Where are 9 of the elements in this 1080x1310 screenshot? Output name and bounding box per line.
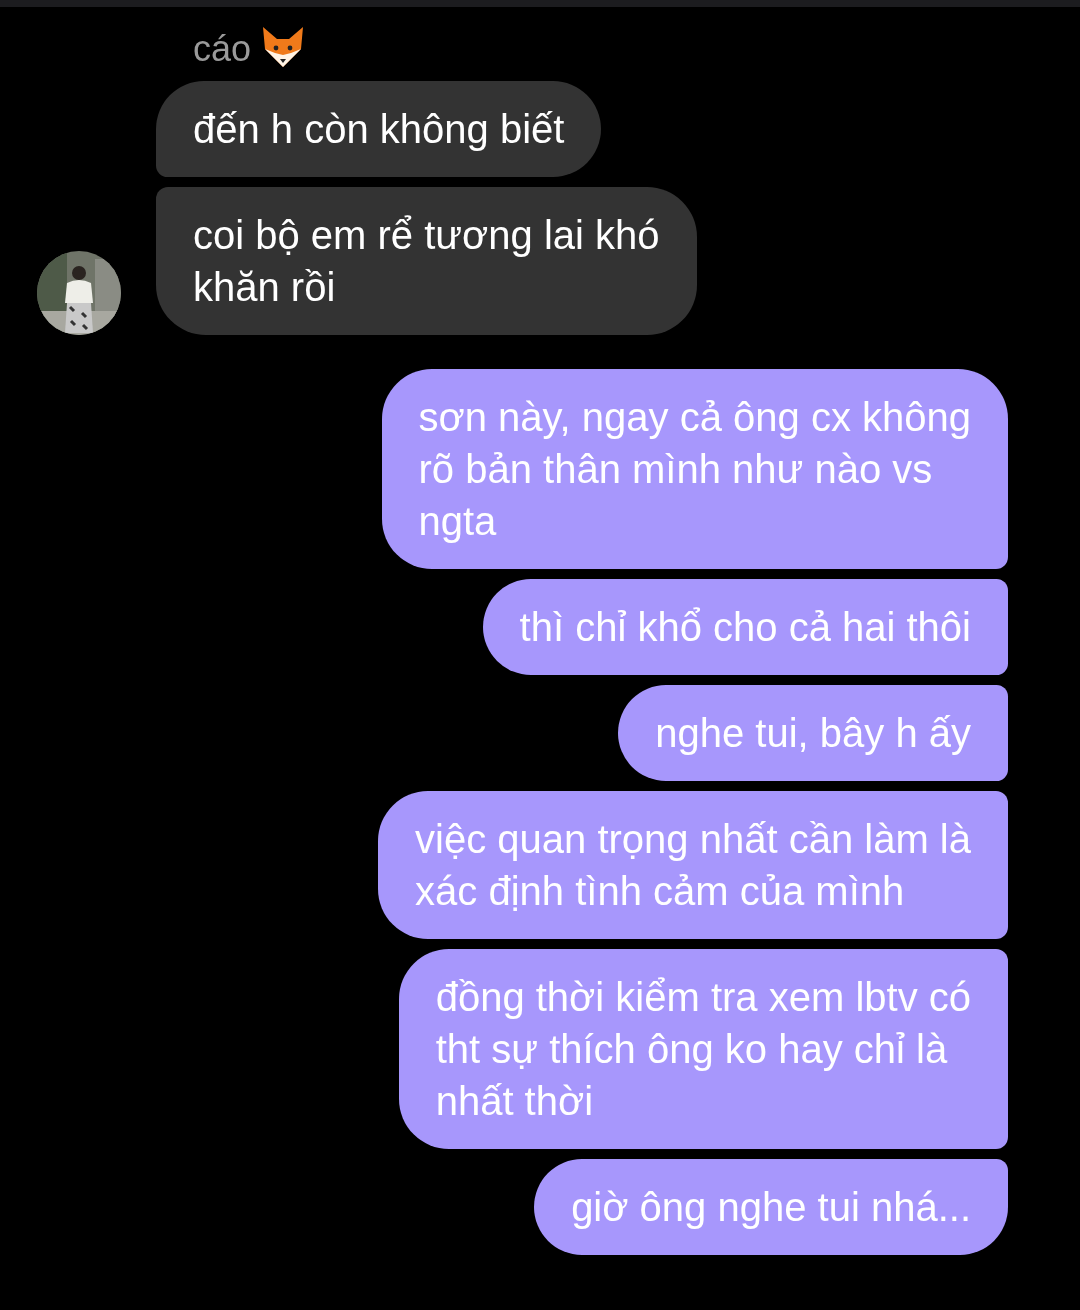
sender-name: cáo [193,28,252,69]
message-bubble: nghe tui, bây h ấy [618,685,1008,781]
message-bubble: giờ ông nghe tui nhá... [534,1159,1008,1255]
message-bubble: sơn này, ngay cả ông cx không rõ bản thân mình như nào vs ngta [381,369,1008,569]
message-bubble: đến h còn không biết [156,81,602,177]
message-bubble: việc quan trọng nhất cần làm là xác định tình cảm của mình [378,791,1008,939]
message-bubble: coi bộ em rể tương lai khó khăn rồi [156,187,697,335]
message-bubble: đồng thời kiểm tra xem lbtv có tht sự thích ông ko hay chỉ là nhất thời [398,949,1008,1149]
message-bubble: thì chỉ khổ cho cả hai thôi [482,579,1008,675]
